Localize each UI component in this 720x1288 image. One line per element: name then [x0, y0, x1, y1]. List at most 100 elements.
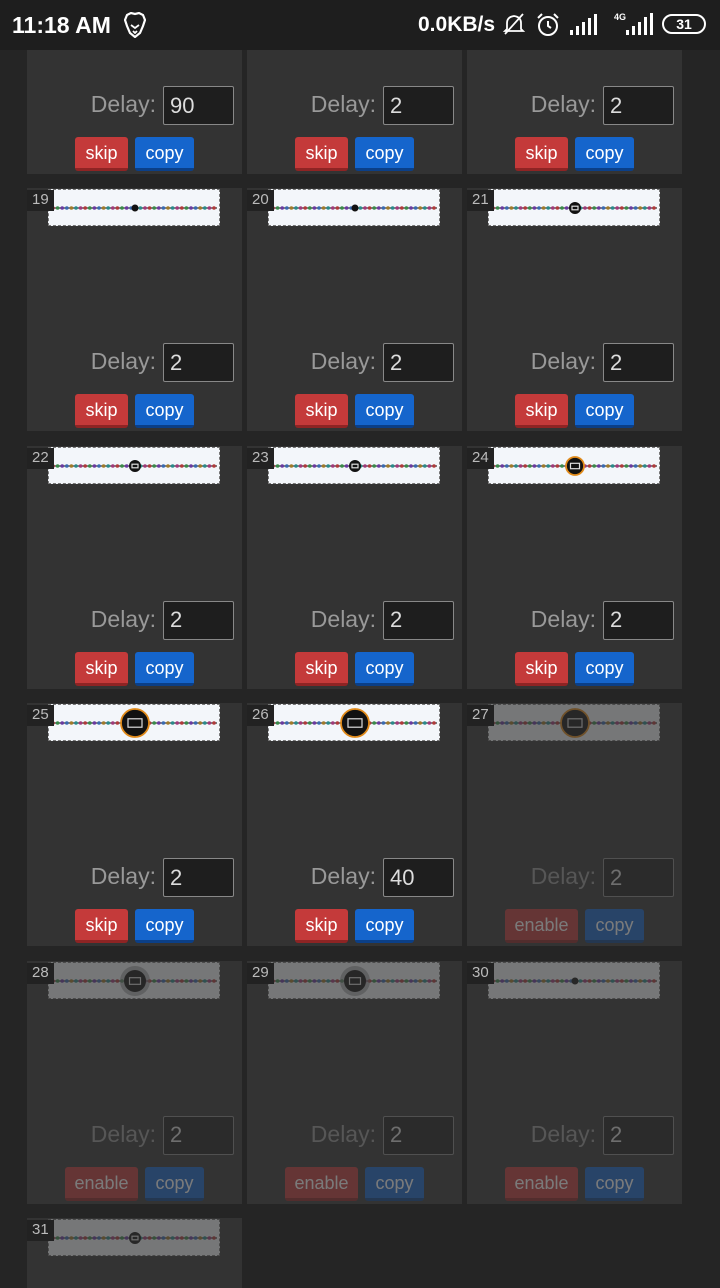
delay-label: Delay: [530, 605, 596, 632]
frame-card: Delay: skipcopy [467, 50, 682, 174]
delay-label: Delay: [530, 91, 596, 117]
delay-input[interactable] [383, 858, 454, 897]
delay-row: Delay: [254, 600, 454, 641]
delay-row: Delay: [474, 343, 674, 383]
frame-card: Delay: skipcopy [247, 50, 462, 174]
delay-row: Delay: [254, 86, 454, 126]
frame-number: 20 [247, 190, 274, 211]
frame-card: 20 Delay: skipcopy [247, 188, 462, 431]
skip-button[interactable]: skip [515, 651, 568, 686]
delay-input[interactable] [603, 86, 674, 125]
frame-number: 23 [247, 447, 274, 469]
delay-input[interactable] [383, 86, 454, 125]
frame-number: 26 [247, 705, 274, 726]
frame-preview-image [488, 704, 660, 741]
frame-number: 21 [467, 190, 494, 211]
frame-card: 24 Delay: skipcopy [467, 445, 682, 689]
delay-label: Delay: [310, 863, 376, 889]
frame-preview-image [48, 1219, 220, 1256]
skip-button[interactable]: skip [515, 137, 568, 171]
copy-button[interactable]: copy [575, 394, 634, 428]
skip-button[interactable]: skip [75, 137, 128, 171]
frame-card: 23 Delay: skipcopy [247, 445, 462, 689]
frame-number: 25 [27, 705, 54, 726]
copy-button[interactable]: copy [585, 1166, 644, 1201]
skip-button[interactable]: skip [515, 394, 568, 428]
frame-number: 31 [27, 1220, 54, 1241]
signal-4g-icon: 4G [612, 11, 654, 42]
frame-preview-image [48, 189, 220, 226]
enable-button[interactable]: enable [505, 909, 578, 943]
copy-button[interactable]: copy [575, 651, 634, 686]
frame-card: 30 Delay: enablecopy [467, 960, 682, 1204]
skip-button[interactable]: skip [75, 651, 128, 686]
copy-button[interactable]: copy [135, 651, 194, 686]
enable-button[interactable]: enable [505, 1166, 578, 1201]
copy-button[interactable]: copy [355, 651, 414, 686]
delay-row: Delay: [34, 1115, 234, 1156]
frame-card: 25 Delay: skipcopy [27, 703, 242, 946]
frame-number: 19 [27, 190, 54, 211]
copy-button[interactable]: copy [355, 137, 414, 171]
delay-row: Delay: [254, 1115, 454, 1156]
delay-label: Delay: [530, 863, 596, 889]
frame-card: 28 Delay: enablecopy [27, 960, 242, 1204]
delay-label: Delay: [530, 348, 596, 374]
delay-row: Delay: [474, 1115, 674, 1156]
skip-button[interactable]: skip [75, 909, 128, 943]
delay-input[interactable] [163, 343, 234, 382]
delay-row: Delay: [34, 600, 234, 641]
delay-row: Delay: [474, 600, 674, 641]
frame-preview-image [268, 961, 440, 999]
copy-button[interactable]: copy [355, 394, 414, 428]
delay-label: Delay: [90, 348, 156, 374]
frame-preview-image [48, 961, 220, 999]
delay-input[interactable] [383, 600, 454, 640]
delay-input[interactable] [603, 343, 674, 382]
delay-label: Delay: [310, 348, 376, 374]
copy-button[interactable]: copy [355, 909, 414, 943]
status-bar: 11:18 AM 0.0KB/s 4G 31 [0, 0, 720, 50]
delay-row: Delay: [474, 858, 674, 898]
network-speed: 0.0KB/s [418, 13, 496, 36]
delay-row: Delay: [34, 86, 234, 126]
skip-button[interactable]: skip [295, 394, 348, 428]
copy-button[interactable]: copy [145, 1166, 204, 1201]
delay-input[interactable] [163, 600, 234, 640]
delay-input[interactable] [163, 86, 234, 125]
delay-input[interactable] [163, 1115, 234, 1155]
copy-button[interactable]: copy [585, 909, 644, 943]
network-type-label: 4G [614, 12, 626, 22]
skip-button[interactable]: skip [75, 394, 128, 428]
alarm-clock-icon [535, 12, 561, 43]
skip-button[interactable]: skip [295, 909, 348, 943]
status-time: 11:18 AM [12, 12, 111, 38]
skip-button[interactable]: skip [295, 651, 348, 686]
skip-button[interactable]: skip [295, 137, 348, 171]
delay-input[interactable] [383, 343, 454, 382]
copy-button[interactable]: copy [365, 1166, 424, 1201]
delay-input[interactable] [163, 858, 234, 897]
delay-label: Delay: [90, 863, 156, 889]
frame-card: Delay: skipcopy [27, 50, 242, 174]
delay-label: Delay: [90, 1120, 156, 1147]
delay-input[interactable] [603, 1115, 674, 1155]
frame-number: 28 [27, 962, 54, 984]
delay-row: Delay: [254, 858, 454, 898]
copy-button[interactable]: copy [135, 394, 194, 428]
frame-preview-image [48, 704, 220, 741]
enable-button[interactable]: enable [285, 1166, 358, 1201]
delay-label: Delay: [90, 91, 156, 117]
delay-row: Delay: [254, 343, 454, 383]
delay-label: Delay: [530, 1120, 596, 1147]
frame-card: 31 [27, 1218, 242, 1288]
delay-input[interactable] [603, 858, 674, 897]
copy-button[interactable]: copy [135, 909, 194, 943]
copy-button[interactable]: copy [135, 137, 194, 171]
delay-input[interactable] [603, 600, 674, 640]
enable-button[interactable]: enable [65, 1166, 138, 1201]
frame-preview-image [488, 189, 660, 226]
delay-input[interactable] [383, 1115, 454, 1155]
copy-button[interactable]: copy [575, 137, 634, 171]
frame-number: 29 [247, 962, 274, 984]
